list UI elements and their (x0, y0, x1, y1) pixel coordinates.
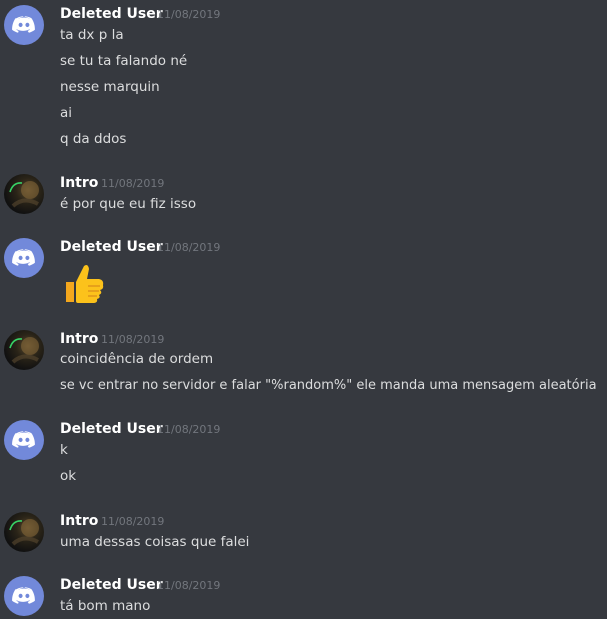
message-text: uma dessas coisas que falei (60, 534, 250, 550)
message-text: tá bom mano (60, 598, 151, 614)
message-timestamp: 11/08/2019 (157, 423, 221, 436)
message-author[interactable]: Deleted User (60, 238, 163, 256)
message-text: ta dx p la (60, 27, 124, 43)
message-text: ok (60, 468, 77, 484)
message-text: se vc entrar no servidor e falar "%rando… (60, 378, 597, 393)
message-text: k (60, 442, 68, 458)
message-text: q da ddos (60, 131, 127, 147)
message-timestamp: 11/08/2019 (101, 333, 165, 346)
message-text: coincidência de ordem (60, 351, 214, 367)
message-text: é por que eu fiz isso (60, 196, 197, 212)
message-author[interactable]: Intro (60, 512, 98, 530)
message-author[interactable]: Intro (60, 330, 98, 348)
chat-messages: Deleted User 11/08/2019 ta dx p la se tu… (0, 0, 607, 619)
discord-logo-avatar[interactable] (4, 420, 44, 460)
message-timestamp: 11/08/2019 (101, 177, 165, 190)
message-timestamp: 11/08/2019 (157, 8, 221, 21)
message-timestamp: 11/08/2019 (157, 579, 221, 592)
message-timestamp: 11/08/2019 (157, 241, 221, 254)
message-author[interactable]: Deleted User (60, 420, 163, 438)
message-author[interactable]: Intro (60, 174, 98, 192)
photo-avatar[interactable] (4, 330, 44, 370)
discord-logo-avatar[interactable] (4, 5, 44, 45)
message-timestamp: 11/08/2019 (101, 515, 165, 528)
message-text: ai (60, 105, 73, 121)
discord-logo-avatar[interactable] (4, 576, 44, 616)
photo-avatar[interactable] (4, 174, 44, 214)
message-text: se tu ta falando né (60, 53, 188, 69)
photo-avatar[interactable] (4, 512, 44, 552)
discord-logo-avatar[interactable] (4, 238, 44, 278)
message-author[interactable]: Deleted User (60, 5, 163, 23)
message-text: nesse marquin (60, 79, 160, 95)
thumbs-up-emoji[interactable] (60, 260, 108, 312)
message-author[interactable]: Deleted User (60, 576, 163, 594)
